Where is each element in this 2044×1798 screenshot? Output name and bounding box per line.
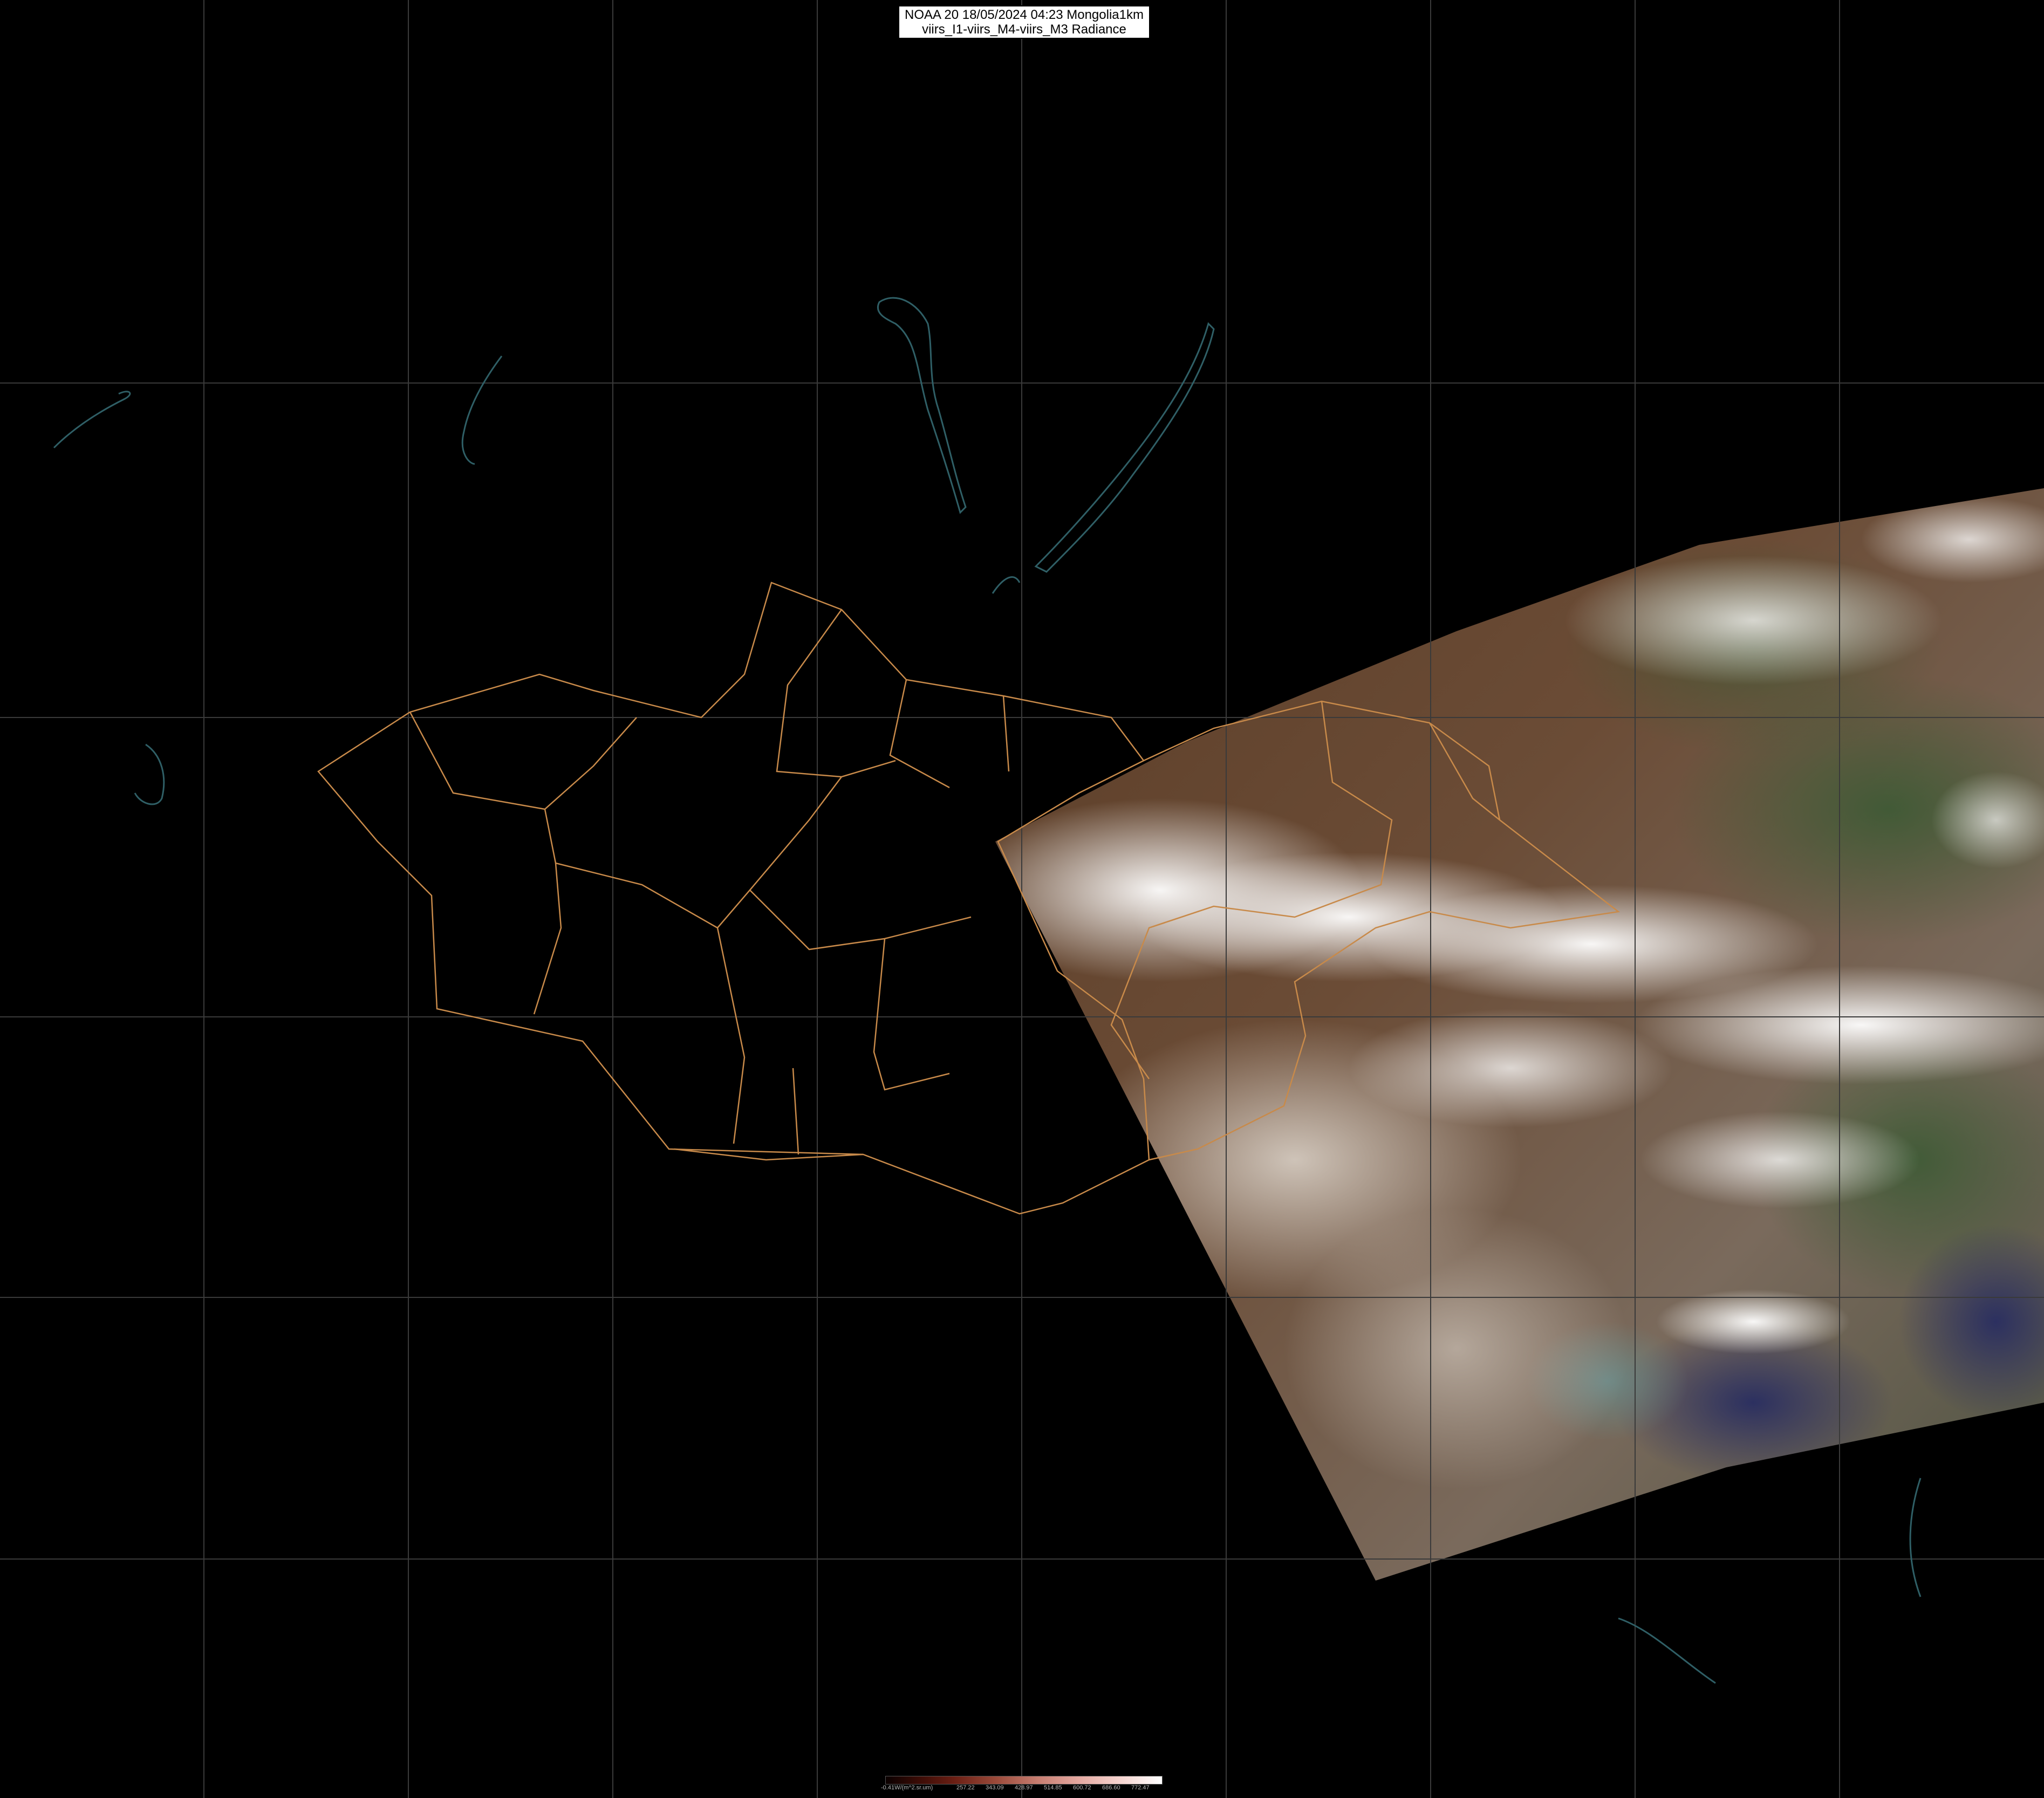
legend-color-bar	[885, 1776, 1163, 1785]
legend-unit-label: -0.41W/(m^2.sr.um)	[881, 1785, 933, 1791]
legend-tick: 514.85	[1044, 1785, 1062, 1791]
title-line-1: NOAA 20 18/05/2024 04:23 Mongolia1km	[905, 8, 1144, 22]
legend-tick: 772.47	[1131, 1785, 1150, 1791]
map-title: NOAA 20 18/05/2024 04:23 Mongolia1km vii…	[898, 5, 1150, 39]
legend-tick: 343.09	[986, 1785, 1004, 1791]
legend-tick: 428.97	[1015, 1785, 1033, 1791]
satellite-swath	[995, 488, 2044, 1581]
satellite-map	[0, 0, 2044, 1798]
title-line-2: viirs_I1-viirs_M4-viirs_M3 Radiance	[922, 22, 1126, 37]
legend-tick: 600.72	[1073, 1785, 1091, 1791]
legend-tick: 257.22	[956, 1785, 975, 1791]
legend-tick: 686.60	[1102, 1785, 1120, 1791]
legend-labels: -0.41W/(m^2.sr.um) 257.22 343.09 428.97 …	[881, 1785, 1161, 1792]
color-legend: -0.41W/(m^2.sr.um) 257.22 343.09 428.97 …	[881, 1776, 1163, 1792]
